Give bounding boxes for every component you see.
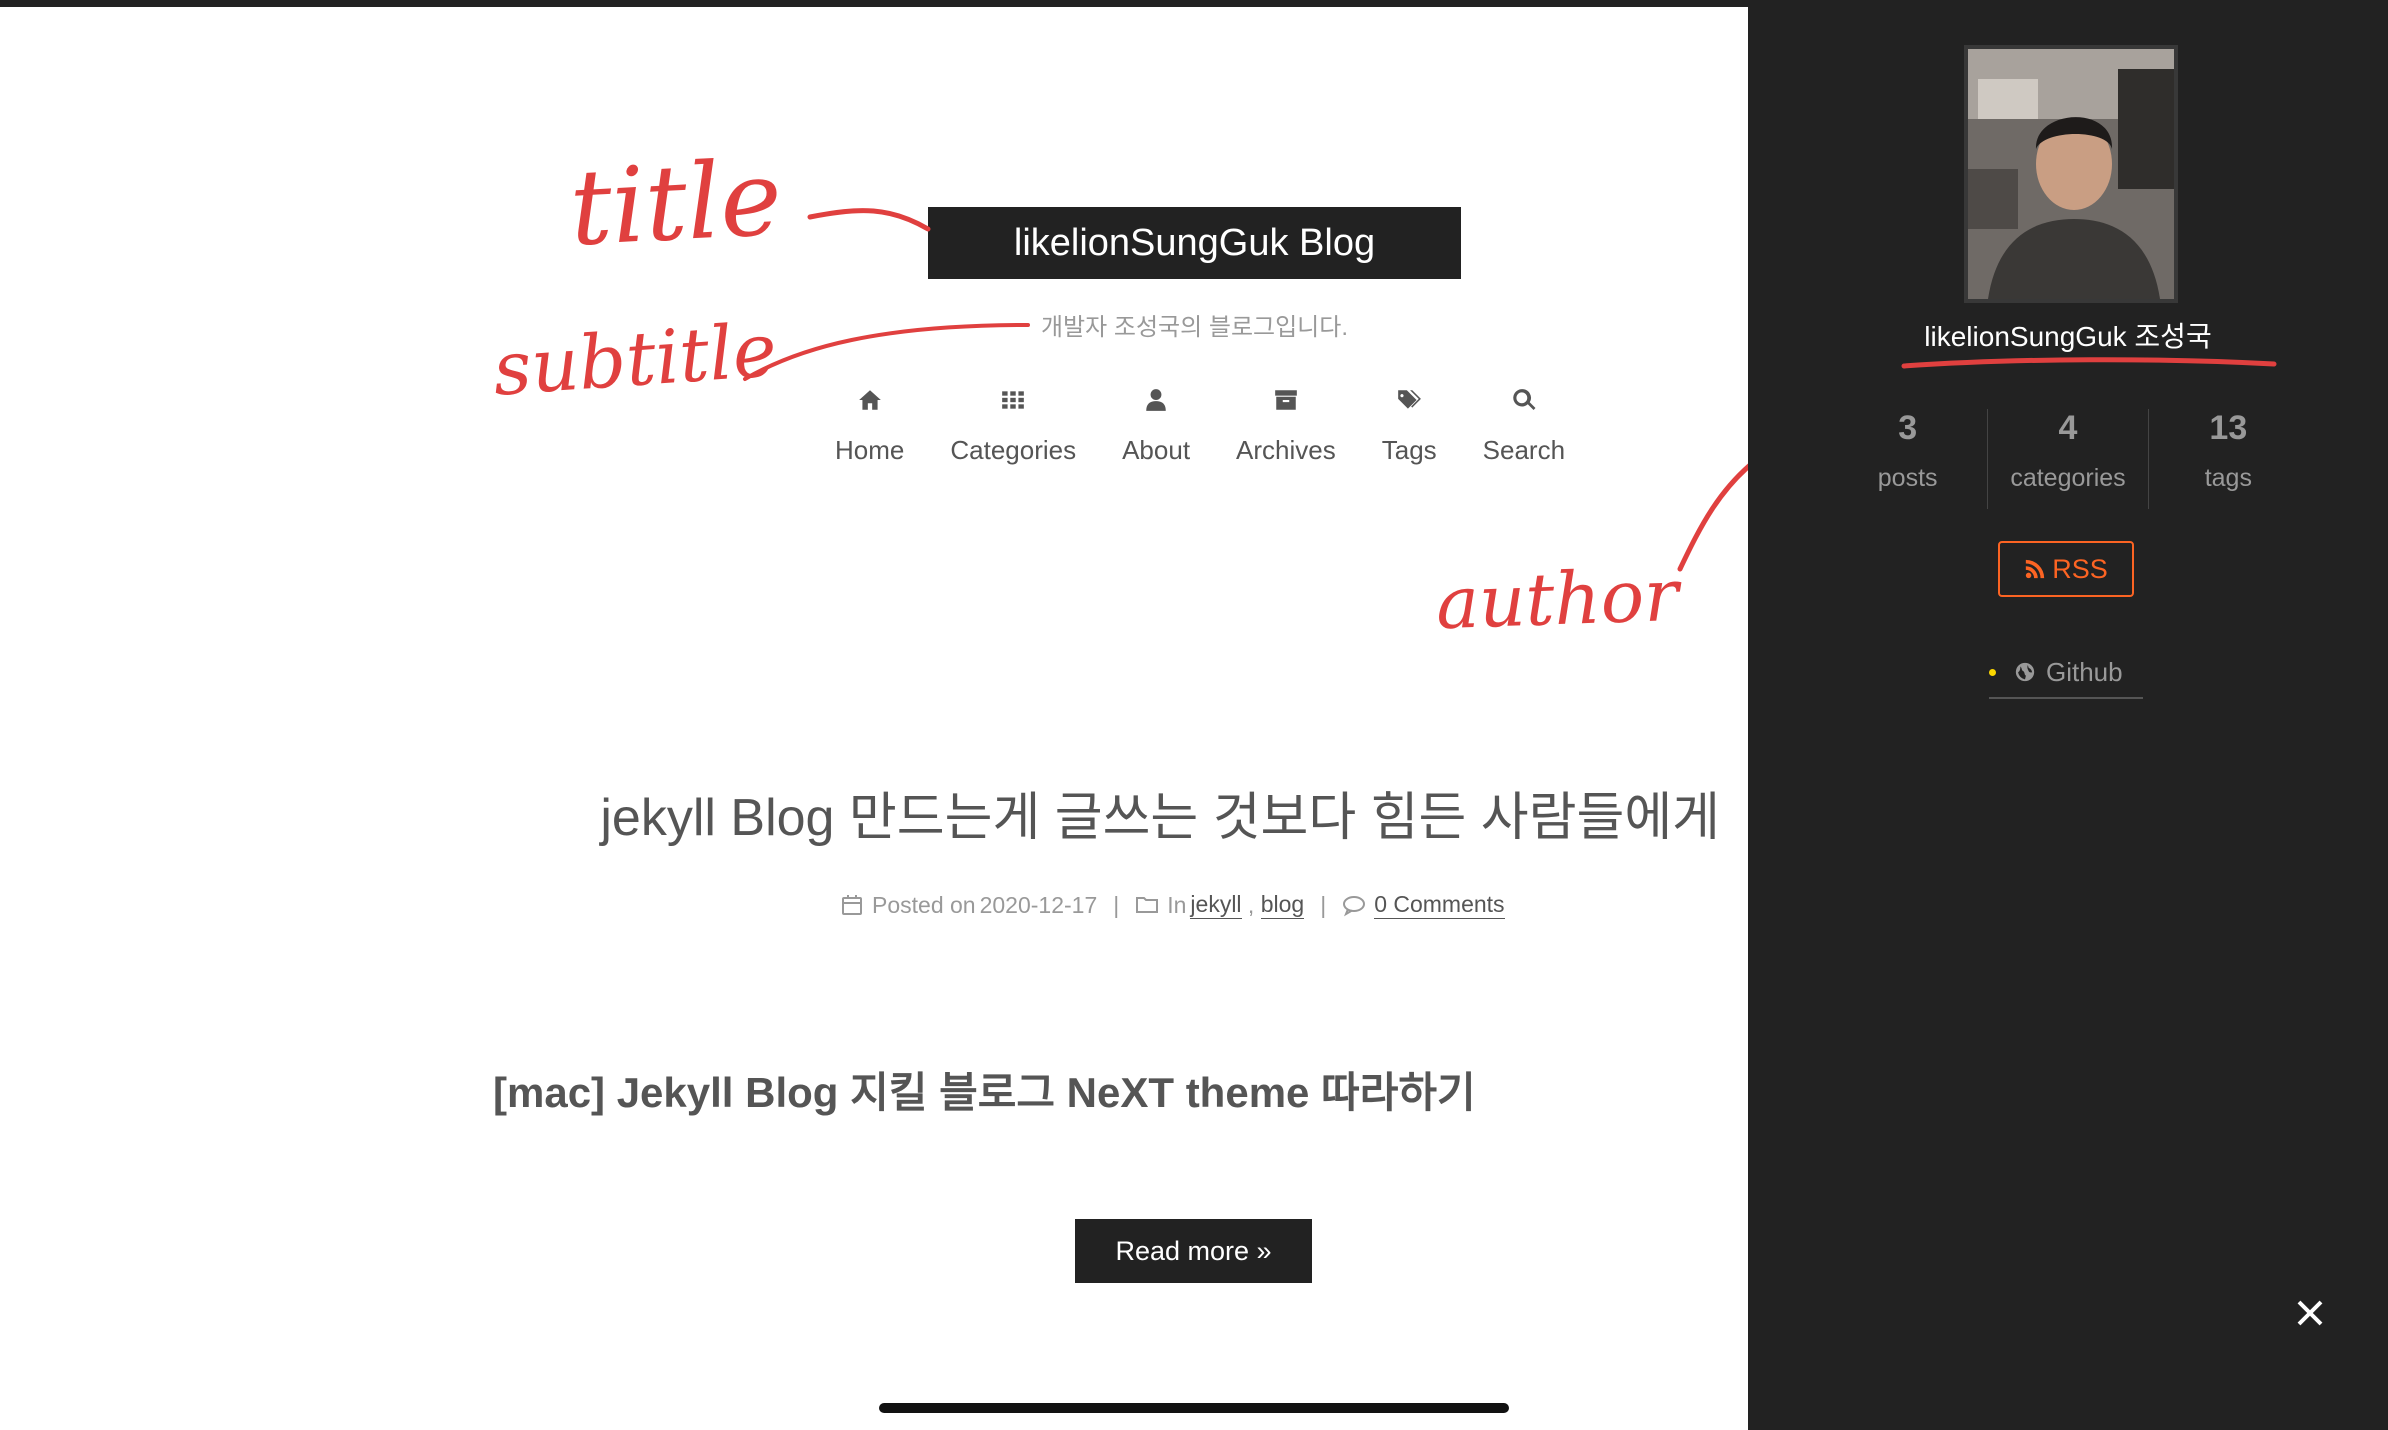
menu-label: Search	[1482, 435, 1566, 465]
author-name: likelionSungGuk 조성국	[1924, 321, 2212, 352]
rss-label: RSS	[2052, 553, 2108, 584]
stat-posts[interactable]: 3 posts	[1828, 409, 1987, 509]
post-body-heading: [mac] Jekyll Blog 지킬 블로그 NeXT theme 따라하기	[493, 1069, 1476, 1116]
meta-divider: |	[1320, 891, 1327, 918]
author-underline-stroke	[1901, 357, 2277, 369]
annotation-strokes	[743, 208, 1748, 572]
menu-item-home[interactable]: Home	[812, 387, 927, 487]
site-subtitle: 개발자 조성국의 블로그입니다.	[1040, 314, 1349, 341]
menu-item-about[interactable]: About	[1099, 387, 1213, 487]
close-sidebar-button[interactable]	[2290, 1293, 2330, 1333]
sidebar: likelionSungGuk 조성국 3 posts 4 categories…	[1748, 7, 2388, 1430]
grid-icon	[1002, 391, 1025, 409]
stat-tags[interactable]: 13 tags	[2147, 409, 2308, 509]
site-title-text: likelionSungGuk Blog	[1013, 221, 1376, 264]
home-indicator[interactable]	[879, 1403, 1509, 1413]
stat-count: 13	[2209, 409, 2248, 447]
stat-categories[interactable]: 4 categories	[1987, 409, 2147, 509]
rss-icon	[2026, 559, 2045, 579]
rss-button[interactable]: RSS	[1998, 541, 2134, 597]
menu-label: Archives	[1236, 435, 1336, 465]
avatar	[1964, 45, 2178, 303]
read-more-button[interactable]: Read more »	[1075, 1219, 1312, 1283]
stat-label: tags	[2204, 464, 2252, 492]
stat-count: 4	[2058, 409, 2078, 447]
github-label: Github	[2046, 656, 2123, 687]
close-icon	[2297, 1300, 2323, 1326]
category-link-jekyll[interactable]: jekyll	[1190, 891, 1242, 919]
site-title[interactable]: likelionSungGuk Blog	[928, 207, 1461, 279]
globe-icon	[2015, 662, 2035, 682]
category-link-blog[interactable]: blog	[1260, 891, 1305, 919]
annotation-author: author	[1434, 552, 1680, 646]
menu-label: Tags	[1381, 435, 1437, 465]
tags-icon	[1398, 390, 1422, 409]
post-meta: Posted on 2020-12-17 | In jekyll , blog …	[840, 891, 1560, 919]
stat-label: categories	[2010, 464, 2126, 492]
annotation-subtitle: subtitle	[490, 307, 780, 413]
menu-item-categories[interactable]: Categories	[927, 387, 1099, 487]
meta-divider: |	[1113, 891, 1120, 918]
main-content: likelionSungGuk Blog 개발자 조성국의 블로그입니다. Ho…	[0, 7, 1748, 1430]
comment-icon	[1343, 896, 1366, 917]
menu-label: About	[1122, 435, 1191, 465]
archive-icon	[1275, 390, 1297, 410]
menu-item-archives[interactable]: Archives	[1213, 387, 1359, 487]
folder-icon	[1136, 897, 1159, 913]
main-menu: Home Categories About Archives Tags Sear…	[812, 387, 1588, 487]
stat-count: 3	[1898, 409, 1918, 447]
top-status-bar	[0, 0, 2388, 7]
comments-link[interactable]: 0 Comments	[1374, 891, 1505, 919]
menu-item-tags[interactable]: Tags	[1359, 387, 1460, 487]
calendar-icon	[842, 895, 862, 915]
menu-label: Home	[835, 435, 905, 465]
menu-item-search[interactable]: Search	[1460, 387, 1588, 487]
category-comma: ,	[1241, 891, 1261, 918]
social-link-github[interactable]: Github	[1989, 647, 2143, 699]
title-arrow-stroke	[807, 208, 931, 232]
post-title[interactable]: jekyll Blog 만드는게 글쓰는 것보다 힘든 사람들에게	[600, 775, 1720, 850]
menu-label: Categories	[950, 435, 1077, 465]
site-stats: 3 posts 4 categories 13 tags	[1828, 409, 2308, 509]
stat-label: posts	[1877, 464, 1938, 492]
in-label: In	[1167, 891, 1187, 918]
home-icon	[858, 390, 881, 410]
posted-on-label: Posted on	[872, 891, 976, 918]
avatar-photo	[1968, 49, 2174, 299]
author-arrow-stroke	[1677, 463, 1748, 572]
search-icon	[1513, 389, 1536, 410]
user-icon	[1146, 389, 1166, 411]
post-date: 2020-12-17	[979, 891, 1098, 918]
annotation-title: title	[566, 136, 785, 270]
bullet-dot	[1989, 668, 1996, 676]
